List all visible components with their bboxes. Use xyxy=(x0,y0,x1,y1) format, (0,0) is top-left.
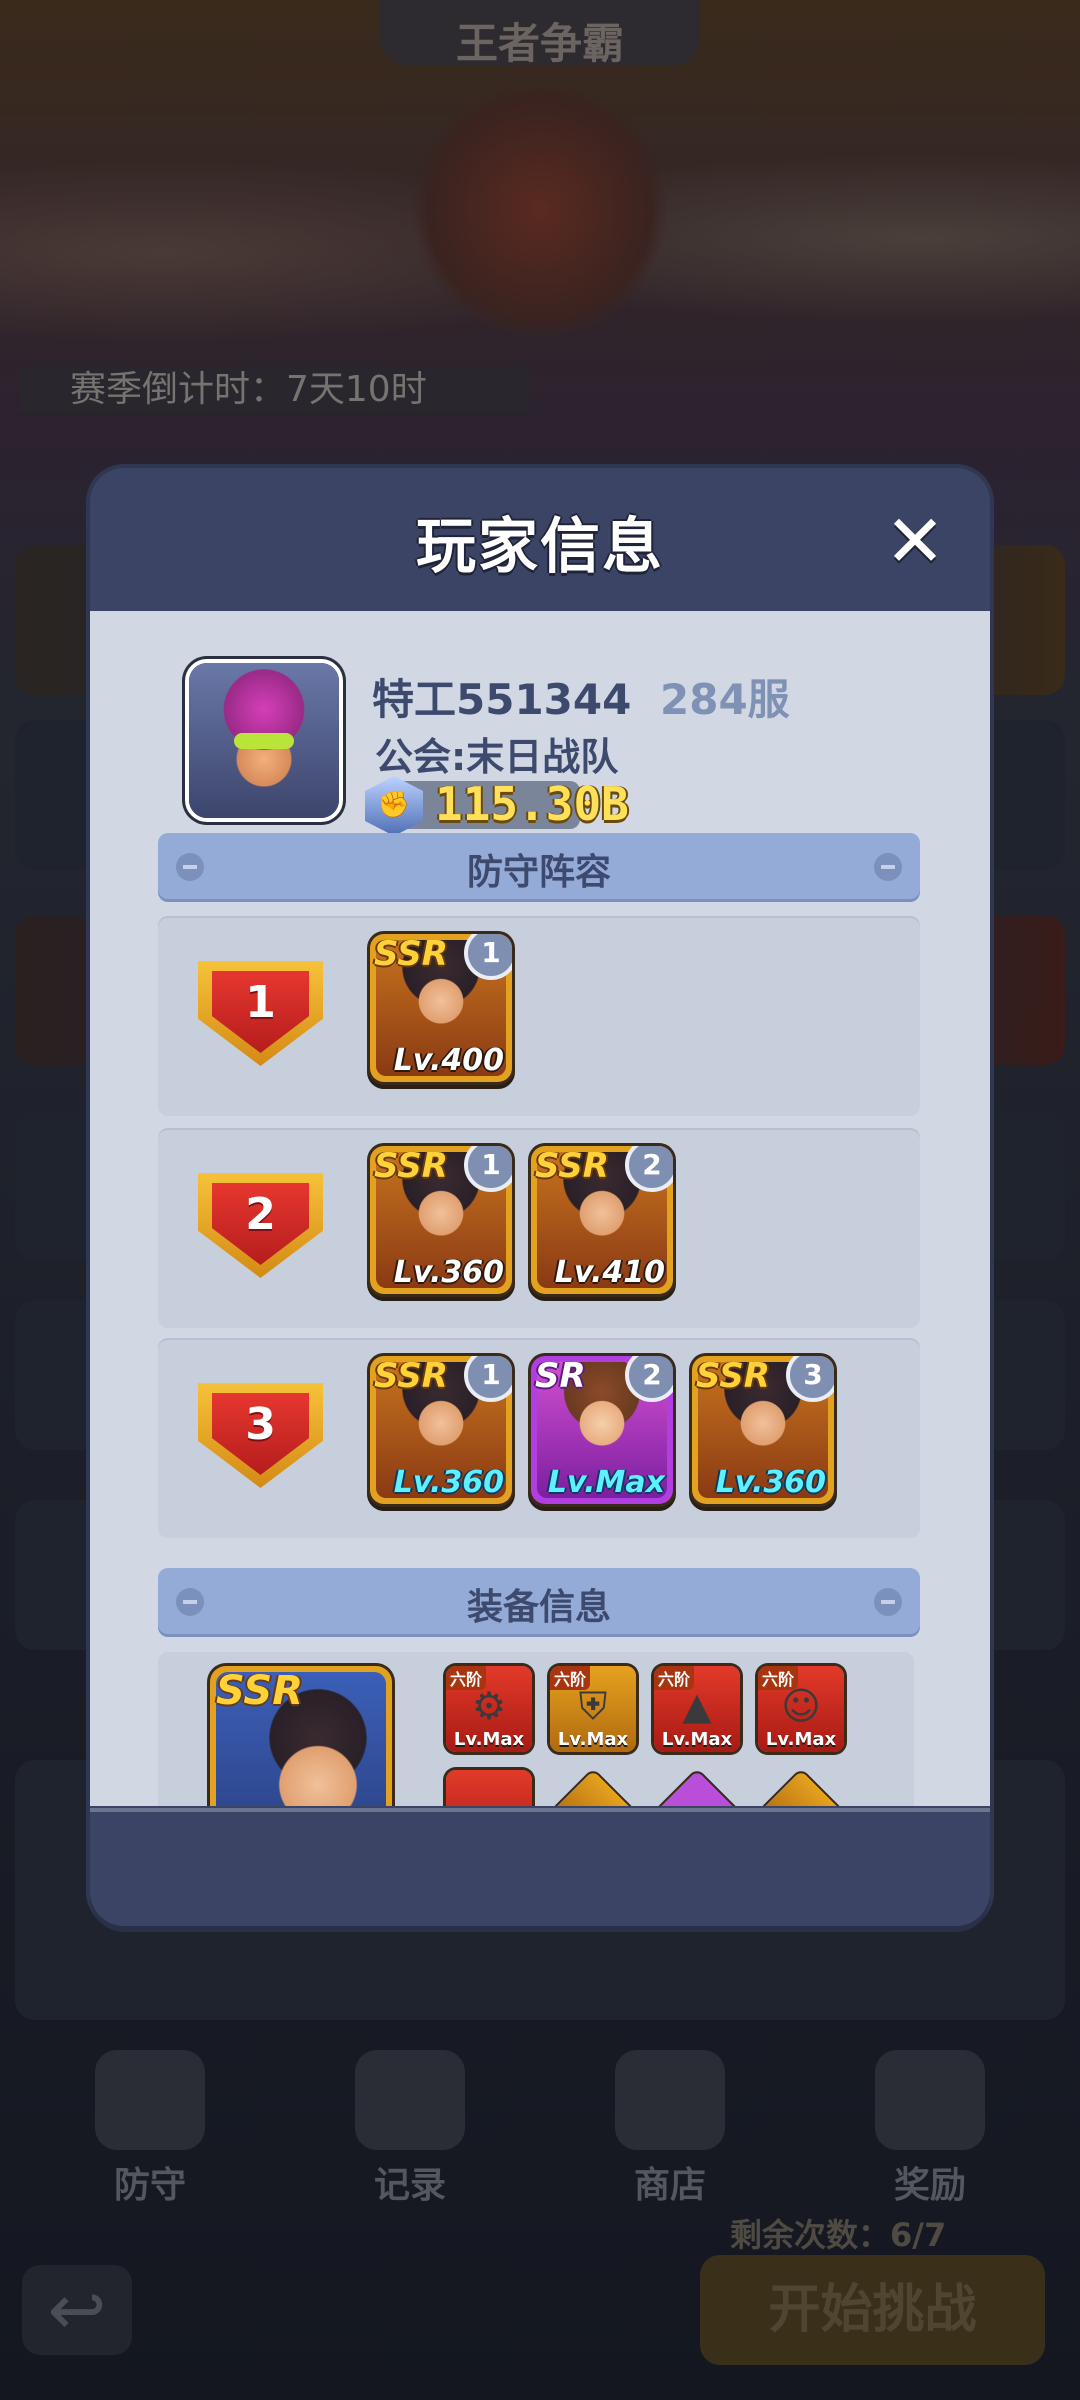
minus-icon xyxy=(874,853,902,881)
rarity-label: SSR xyxy=(374,1146,448,1186)
equipment-panel: SSR 六阶 ⚙ Lv.Max 六阶 ⛨ Lv.Max 六阶 ▲ Lv.Max … xyxy=(158,1652,914,1806)
shop-icon xyxy=(615,2050,725,2150)
equipment-item[interactable] xyxy=(758,1770,844,1806)
player-info-dialog: 玩家信息 ✕ 特工551344 284服 公会:末日战队 ✊ 115.30B 防… xyxy=(90,468,990,1926)
lineup-row-1: 1 SSR Lv.400 1 xyxy=(158,916,920,1116)
dialog-footer xyxy=(90,1808,990,1926)
nav-shop-label: 商店 xyxy=(633,2165,706,2206)
gun-icon: ⚙ xyxy=(471,1684,507,1728)
armor-icon: ⛨ xyxy=(578,1684,608,1728)
hero-card[interactable]: SSR Lv.360 3 xyxy=(692,1356,834,1504)
hero-level: Lv.Max xyxy=(547,1465,665,1500)
rank-number: 1 xyxy=(245,977,276,1028)
close-icon[interactable]: ✕ xyxy=(880,505,950,577)
defense-lineup-label: 防守阵容 xyxy=(466,852,611,893)
rank-badge: 2 xyxy=(198,1173,323,1278)
scroll-icon xyxy=(355,2050,465,2150)
item-level: Lv.Max xyxy=(453,1729,525,1750)
defense-lineup-header: 防守阵容 xyxy=(158,833,920,899)
lineup-row-2: 2 SSR Lv.360 1 SSR Lv.410 2 xyxy=(158,1128,920,1328)
hero-card[interactable]: SSR Lv.360 1 xyxy=(370,1146,512,1294)
nav-records-label: 记录 xyxy=(373,2165,446,2206)
start-challenge-button[interactable]: 开始挑战 xyxy=(700,2255,1045,2365)
remaining-attempts: 剩余次数：6/7 xyxy=(730,2216,947,2254)
arena-crest xyxy=(410,80,670,340)
season-countdown: 赛季倒计时：7天10时 xyxy=(20,365,530,415)
minus-icon xyxy=(874,1588,902,1616)
dialog-body: 特工551344 284服 公会:末日战队 ✊ 115.30B 防守阵容 1 S… xyxy=(90,611,990,1806)
dialog-title: 玩家信息 xyxy=(416,512,664,582)
nav-defense[interactable]: 防守 xyxy=(70,2050,230,2208)
rarity-label: SSR xyxy=(374,1356,448,1396)
nav-shop[interactable]: 商店 xyxy=(590,2050,750,2208)
rarity-label: SSR xyxy=(696,1356,770,1396)
mask-icon: ☺ xyxy=(781,1684,821,1728)
nav-defense-label: 防守 xyxy=(113,2165,186,2206)
lineup-row-3: 3 SSR Lv.360 1 SR Lv.Max 2 SSR Lv.360 3 xyxy=(158,1338,920,1538)
item-level: Lv.Max xyxy=(765,1729,837,1750)
hero-level: Lv.400 xyxy=(393,1043,504,1078)
equipment-item[interactable]: 六阶 ⚙ Lv.Max xyxy=(446,1666,532,1752)
equipment-item[interactable] xyxy=(550,1770,636,1806)
hero-card[interactable]: SSR Lv.410 2 xyxy=(531,1146,673,1294)
equipment-item[interactable] xyxy=(446,1770,532,1806)
equipment-item[interactable]: 六阶 ☺ Lv.Max xyxy=(758,1666,844,1752)
rank-number: 3 xyxy=(245,1399,276,1450)
hero-level: Lv.360 xyxy=(393,1255,504,1290)
shield-icon xyxy=(95,2050,205,2150)
back-arrow-icon[interactable]: ↩ xyxy=(22,2265,132,2355)
background-title: 王者争霸 xyxy=(455,19,624,68)
equipment-item[interactable]: 六阶 ▲ Lv.Max xyxy=(654,1666,740,1752)
hero-card[interactable]: SSR Lv.400 1 xyxy=(370,934,512,1082)
nav-rewards-label: 奖励 xyxy=(893,2165,966,2206)
hero-level: Lv.360 xyxy=(393,1465,504,1500)
gift-icon xyxy=(875,2050,985,2150)
rarity-label: SR xyxy=(535,1356,586,1396)
rarity-label: SSR xyxy=(374,934,448,974)
rarity-label: SSR xyxy=(216,1668,303,1714)
nav-rewards[interactable]: 奖励 xyxy=(850,2050,1010,2208)
player-server: 284服 xyxy=(660,675,790,724)
item-level: Lv.Max xyxy=(557,1729,629,1750)
hero-card[interactable]: SSR Lv.360 1 xyxy=(370,1356,512,1504)
hero-card[interactable]: SR Lv.Max 2 xyxy=(531,1356,673,1504)
rank-badge: 1 xyxy=(198,961,323,1066)
dialog-header: 玩家信息 ✕ xyxy=(90,468,990,608)
equipment-item[interactable]: 六阶 ⛨ Lv.Max xyxy=(550,1666,636,1752)
combat-power: 115.30B xyxy=(435,777,629,831)
player-name: 特工551344 xyxy=(372,675,632,724)
equipment-info-label: 装备信息 xyxy=(466,1587,611,1628)
avatar-glasses xyxy=(234,733,294,749)
item-level: Lv.Max xyxy=(661,1729,733,1750)
player-guild: 公会:末日战队 xyxy=(375,735,619,779)
avatar[interactable] xyxy=(185,659,343,822)
hero-level: Lv.410 xyxy=(554,1255,665,1290)
equipment-hero-card[interactable]: SSR xyxy=(210,1666,392,1806)
equipment-info-header: 装备信息 xyxy=(158,1568,920,1634)
boot-icon: ▲ xyxy=(682,1684,712,1728)
nav-records[interactable]: 记录 xyxy=(330,2050,490,2208)
rarity-label: SSR xyxy=(535,1146,609,1186)
equipment-item[interactable] xyxy=(654,1770,740,1806)
rank-number: 2 xyxy=(245,1189,276,1240)
footer-divider xyxy=(90,1808,990,1812)
rank-badge: 3 xyxy=(198,1383,323,1488)
hero-level: Lv.360 xyxy=(715,1465,826,1500)
